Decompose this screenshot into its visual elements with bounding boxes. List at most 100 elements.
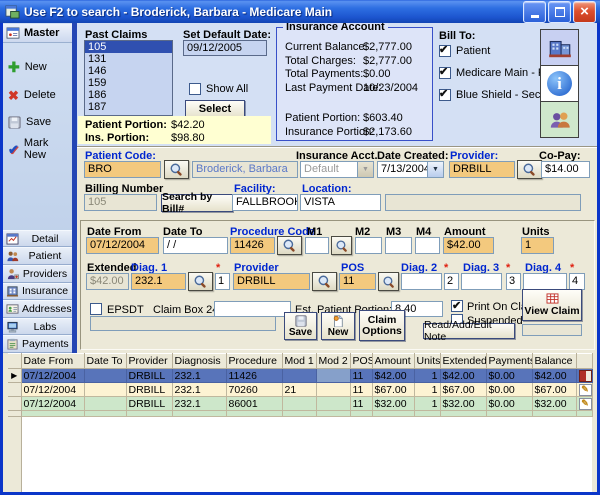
sidebar-action-mark-new[interactable]: ✔ Mark New xyxy=(8,141,72,157)
grid-column-header[interactable]: Procedure xyxy=(226,354,282,369)
pos-search-button[interactable] xyxy=(378,272,399,291)
grid-cell[interactable]: $42.00 xyxy=(372,369,414,383)
procedure-search-button[interactable] xyxy=(277,236,302,255)
print-on-claim-checkbox[interactable] xyxy=(451,300,463,312)
diag1-field[interactable]: 232.1 xyxy=(131,273,186,290)
m4-field[interactable] xyxy=(415,237,440,254)
show-all-checkbox[interactable] xyxy=(189,83,201,95)
sidebar-item-payments[interactable]: Payments xyxy=(3,335,72,353)
sidebar-section-master[interactable]: Master xyxy=(3,24,72,43)
grid-column-header[interactable]: Mod 1 xyxy=(282,354,316,369)
past-claims-listbox[interactable]: 105131146159186187 xyxy=(84,40,173,116)
grid-cell[interactable]: $32.00 xyxy=(372,397,414,411)
units-field[interactable]: 1 xyxy=(521,237,554,254)
amount-field[interactable]: $42.00 xyxy=(443,237,494,254)
edit-icon[interactable] xyxy=(579,398,592,410)
past-claim-item[interactable]: 146 xyxy=(85,65,172,77)
grid-cell[interactable]: 1 xyxy=(414,369,440,383)
past-claim-item[interactable]: 105 xyxy=(85,41,172,53)
patient-code-field[interactable]: BRO xyxy=(84,161,161,178)
grid-cell[interactable]: 86001 xyxy=(226,397,282,411)
date-to-field[interactable]: / / xyxy=(163,237,228,254)
epsdt-checkbox[interactable] xyxy=(90,303,102,315)
sidebar-item-labs[interactable]: Labs xyxy=(3,318,72,336)
grid-cell[interactable]: 11 xyxy=(350,397,372,411)
new-claim-button[interactable]: New xyxy=(321,312,355,340)
grid-cell[interactable]: $0.00 xyxy=(486,369,532,383)
grid-cell[interactable]: DRBILL xyxy=(126,397,172,411)
past-claim-item[interactable]: 187 xyxy=(85,101,172,113)
search-by-bill-button[interactable]: Search by Bill# xyxy=(161,194,233,212)
bill-to-option-patient[interactable]: Patient xyxy=(439,45,490,57)
copay-field[interactable]: $14.00 xyxy=(541,161,590,178)
grid-column-header[interactable]: Diagnosis xyxy=(172,354,226,369)
grid-cell[interactable]: 232.1 xyxy=(172,383,226,397)
grid-cell[interactable] xyxy=(282,369,316,383)
grid-cell[interactable] xyxy=(282,397,316,411)
edit-icon[interactable] xyxy=(579,384,592,396)
grid-cell[interactable] xyxy=(316,397,350,411)
grid-cell[interactable] xyxy=(316,383,350,397)
grid-cell[interactable]: 1 xyxy=(414,383,440,397)
grid-cell[interactable]: $67.00 xyxy=(372,383,414,397)
grid-column-header[interactable]: Payments xyxy=(486,354,532,369)
note-icon[interactable] xyxy=(579,370,592,382)
claim-options-button[interactable]: Claim Options xyxy=(359,310,405,341)
blue-shield-checkbox[interactable] xyxy=(439,89,451,101)
diag4-pointer-field[interactable]: 4 xyxy=(569,273,585,290)
info-button[interactable] xyxy=(540,65,579,102)
grid-cell[interactable] xyxy=(84,383,126,397)
facility-button[interactable] xyxy=(540,29,579,66)
view-claim-button[interactable]: View Claim xyxy=(522,289,582,321)
read-add-edit-note-button[interactable]: Read/Add/Edit Note xyxy=(423,323,515,339)
grid-row[interactable]: 07/12/2004DRBILL232.18600111$32.001$32.0… xyxy=(8,397,592,411)
pos-field[interactable]: 11 xyxy=(339,273,376,290)
date-from-field[interactable]: 07/12/2004 xyxy=(86,237,159,254)
grid-column-header[interactable]: Date To xyxy=(84,354,126,369)
patients-button[interactable] xyxy=(540,101,579,138)
m1-field[interactable] xyxy=(305,237,329,254)
insurance-acct-select[interactable]: Default xyxy=(300,161,374,178)
patient-checkbox[interactable] xyxy=(439,45,451,57)
provider-search-button[interactable] xyxy=(517,160,542,179)
grid-cell[interactable]: 11426 xyxy=(226,369,282,383)
grid-cell[interactable]: $32.00 xyxy=(440,397,486,411)
grid-cell[interactable]: 11 xyxy=(350,383,372,397)
grid-cell[interactable]: 1 xyxy=(414,397,440,411)
grid-column-header[interactable]: Amount xyxy=(372,354,414,369)
claim-provider-search-button[interactable] xyxy=(312,272,337,291)
grid-cell[interactable]: $67.00 xyxy=(440,383,486,397)
grid-column-header[interactable]: Date From xyxy=(21,354,84,369)
grid-cell[interactable]: DRBILL xyxy=(126,383,172,397)
past-claim-item[interactable]: 131 xyxy=(85,53,172,65)
location-field[interactable]: VISTA xyxy=(300,194,381,211)
sidebar-item-addresses[interactable]: Addresses xyxy=(3,300,72,318)
claim-box-24k-field[interactable] xyxy=(214,301,291,317)
save-claim-button[interactable]: Save xyxy=(284,312,317,340)
maximize-button[interactable] xyxy=(548,1,571,23)
grid-row[interactable]: ▶07/12/2004DRBILL232.11142611$42.001$42.… xyxy=(8,369,592,383)
past-claim-item[interactable]: 186 xyxy=(85,89,172,101)
diag2-pointer-field[interactable]: 2 xyxy=(444,273,459,290)
sidebar-item-insurance[interactable]: Insurance xyxy=(3,283,72,301)
grid-cell[interactable]: DRBILL xyxy=(126,369,172,383)
diag1-pointer-field[interactable]: 1 xyxy=(215,273,230,290)
grid-row[interactable]: 07/12/2004DRBILL232.1702602111$67.001$67… xyxy=(8,383,592,397)
sidebar-item-providers[interactable]: Providers xyxy=(3,265,72,283)
grid-cell[interactable]: 07/12/2004 xyxy=(21,369,84,383)
sidebar-action-save[interactable]: Save xyxy=(8,114,51,130)
grid-cell[interactable]: 07/12/2004 xyxy=(21,397,84,411)
patient-code-search-button[interactable] xyxy=(164,160,189,179)
m2-field[interactable] xyxy=(355,237,382,254)
diag4-field[interactable] xyxy=(523,273,567,290)
grid-column-header[interactable]: Units xyxy=(414,354,440,369)
sidebar-item-detail[interactable]: Detail xyxy=(3,230,72,248)
m3-field[interactable] xyxy=(385,237,412,254)
grid-column-header[interactable]: Extended xyxy=(440,354,486,369)
grid-cell[interactable]: $42.00 xyxy=(532,369,576,383)
grid-cell[interactable] xyxy=(316,369,350,383)
grid-column-header[interactable]: Provider xyxy=(126,354,172,369)
provider-field[interactable]: DRBILL xyxy=(449,161,515,178)
grid-cell[interactable]: 07/12/2004 xyxy=(21,383,84,397)
grid-cell[interactable]: 21 xyxy=(282,383,316,397)
